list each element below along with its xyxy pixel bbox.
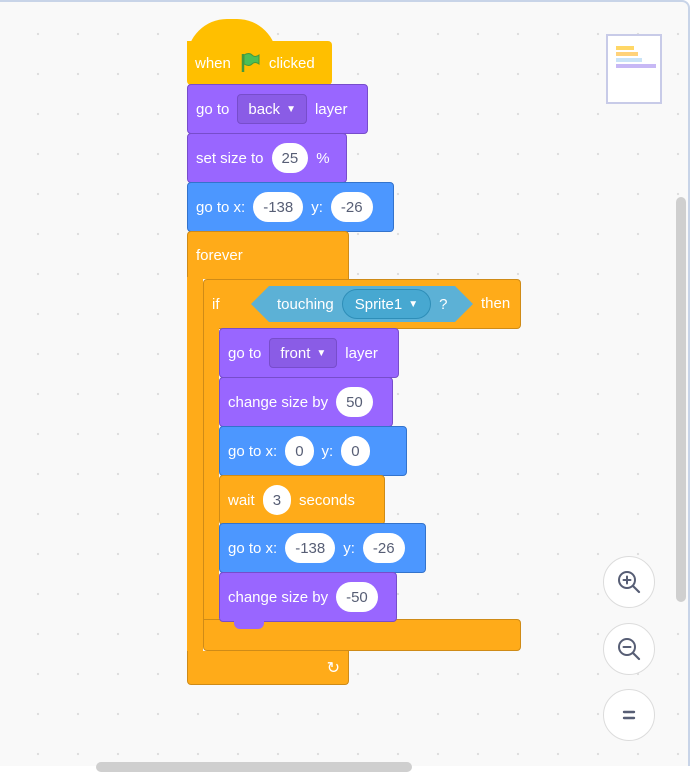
x-input[interactable]: 0 xyxy=(285,436,314,466)
question-mark: ? xyxy=(439,295,448,313)
go-to-front-layer-block[interactable]: go to front ▼ layer xyxy=(219,328,399,385)
reset-zoom-button[interactable] xyxy=(603,689,655,741)
set-size-block[interactable]: set size to 25 % xyxy=(187,133,347,190)
change-size-block[interactable]: change size by 50 xyxy=(219,377,393,434)
caret-down-icon: ▼ xyxy=(316,347,327,359)
y-label: y: xyxy=(311,198,323,216)
forever-label: forever xyxy=(196,247,243,264)
block-suffix: layer xyxy=(345,344,378,362)
wait-block[interactable]: wait 3 seconds xyxy=(219,475,385,532)
x-input[interactable]: -138 xyxy=(253,192,304,222)
touching-condition[interactable]: touching Sprite1 ▼ ? xyxy=(251,286,473,322)
then-label: then xyxy=(481,295,511,312)
y-input[interactable]: 0 xyxy=(341,436,370,466)
forever-footer: ↻ xyxy=(187,651,349,685)
forever-header: forever xyxy=(187,231,349,279)
sprite-dropdown[interactable]: Sprite1 ▼ xyxy=(342,289,431,319)
loop-arrow-icon: ↻ xyxy=(326,659,340,677)
size-change-input[interactable]: -50 xyxy=(336,582,378,612)
dropdown-value: back xyxy=(248,100,281,118)
workspace-minimap[interactable] xyxy=(606,34,662,104)
x-input[interactable]: -138 xyxy=(285,533,336,563)
green-flag-icon xyxy=(239,52,261,74)
go-to-xy-block[interactable]: go to x: -138 y: -26 xyxy=(219,523,426,580)
y-input[interactable]: -26 xyxy=(362,533,405,563)
y-label: y: xyxy=(343,539,355,557)
block-label: go to xyxy=(228,344,262,362)
hat-clicked-label: clicked xyxy=(268,54,315,72)
zoom-in-button[interactable] xyxy=(603,556,655,608)
block-label: go to x: xyxy=(228,442,278,460)
size-change-input[interactable]: 50 xyxy=(336,387,373,417)
hat-body: when clicked xyxy=(187,41,332,85)
block-label: go to xyxy=(196,100,230,118)
touching-label: touching xyxy=(277,295,334,313)
layer-dropdown[interactable]: front ▼ xyxy=(269,338,338,368)
y-input[interactable]: -26 xyxy=(330,192,373,222)
zoom-in-icon xyxy=(618,571,641,594)
size-input[interactable]: 25 xyxy=(271,143,309,173)
caret-down-icon: ▼ xyxy=(408,298,419,310)
caret-down-icon: ▼ xyxy=(286,103,296,115)
when-flag-clicked-block[interactable]: when clicked xyxy=(187,19,332,85)
layer-dropdown[interactable]: back ▼ xyxy=(237,94,307,124)
go-to-back-layer-block[interactable]: go to back ▼ layer xyxy=(187,84,368,141)
block-label: go to x: xyxy=(228,539,278,557)
go-to-xy-block[interactable]: go to x: -138 y: -26 xyxy=(187,182,394,239)
code-workspace[interactable]: when clicked go to back ▼ layer set size… xyxy=(0,0,690,772)
block-label: change size by xyxy=(228,588,329,606)
block-label: wait xyxy=(228,491,255,509)
zoom-out-button[interactable] xyxy=(603,623,655,675)
block-label: set size to xyxy=(196,149,264,167)
y-label: y: xyxy=(321,442,334,460)
block-label: change size by xyxy=(228,393,329,411)
block-suffix: layer xyxy=(314,100,348,118)
dropdown-value: Sprite1 xyxy=(354,295,403,313)
vertical-scrollbar[interactable] xyxy=(676,197,686,602)
horizontal-scrollbar[interactable] xyxy=(96,762,412,772)
go-to-xy-block[interactable]: go to x: 0 y: 0 xyxy=(219,426,407,483)
reset-zoom-icon xyxy=(622,710,636,720)
seconds-label: seconds xyxy=(299,491,355,509)
change-size-block[interactable]: change size by -50 xyxy=(219,572,397,629)
dropdown-value: front xyxy=(280,344,311,362)
if-label: if xyxy=(212,295,220,313)
seconds-input[interactable]: 3 xyxy=(262,485,292,515)
percent-label: % xyxy=(316,149,330,167)
zoom-out-icon xyxy=(618,638,641,661)
hat-when-label: when xyxy=(195,54,231,72)
block-label: go to x: xyxy=(196,198,246,216)
